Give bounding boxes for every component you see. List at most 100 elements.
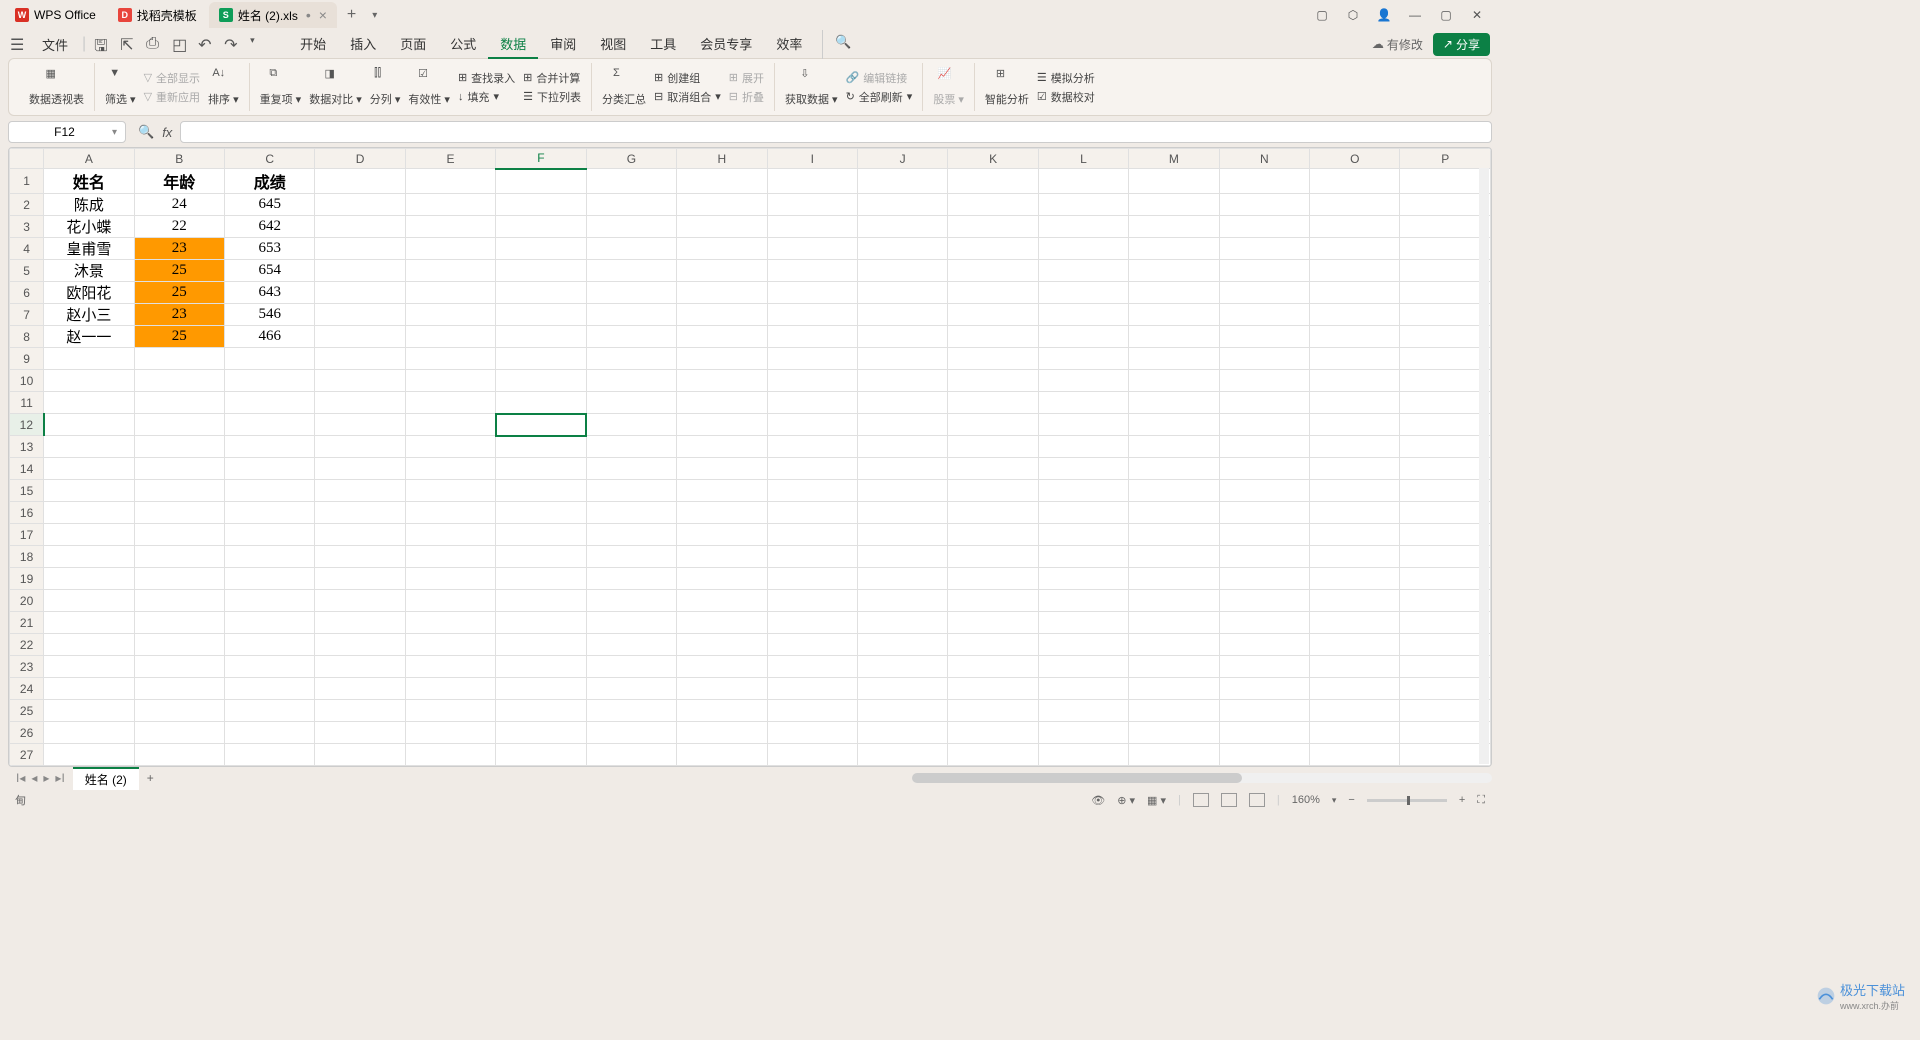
cell[interactable] [225,502,315,524]
cell[interactable] [857,480,947,502]
cell[interactable] [1400,722,1491,744]
cell[interactable] [1310,480,1400,502]
cell[interactable] [586,590,676,612]
cell[interactable]: 成绩 [225,169,315,194]
cell[interactable] [225,744,315,766]
cell[interactable] [496,678,586,700]
cell[interactable] [315,744,405,766]
row-header[interactable]: 27 [10,744,44,766]
cell[interactable] [1038,304,1128,326]
cell[interactable] [586,169,676,194]
cell[interactable]: 22 [134,216,224,238]
cell[interactable]: 466 [225,326,315,348]
cell[interactable] [1400,656,1491,678]
cell[interactable] [1400,744,1491,766]
cell[interactable] [677,260,767,282]
cell[interactable] [405,326,495,348]
sheet-nav-prev[interactable]: ◂ [31,771,37,785]
cell[interactable] [1038,590,1128,612]
cell[interactable] [1129,634,1219,656]
cell[interactable] [767,326,857,348]
cell[interactable] [496,216,586,238]
cell[interactable] [857,238,947,260]
cell[interactable] [1219,326,1309,348]
cell[interactable] [1038,458,1128,480]
print-icon[interactable]: ⎙ [146,35,164,53]
view-normal[interactable] [1193,793,1209,807]
cell[interactable] [1400,700,1491,722]
cell[interactable] [1400,678,1491,700]
cell[interactable] [1038,502,1128,524]
cell[interactable] [767,436,857,458]
row-header[interactable]: 21 [10,612,44,634]
cell[interactable] [857,392,947,414]
avatar-icon[interactable]: 👤 [1376,7,1392,23]
row-header[interactable]: 8 [10,326,44,348]
cell[interactable] [405,480,495,502]
menu-tab-insert[interactable]: 插入 [338,30,388,59]
cell[interactable] [948,700,1038,722]
cell[interactable] [496,502,586,524]
cell[interactable] [1038,194,1128,216]
cell[interactable] [1310,326,1400,348]
cell[interactable] [1038,238,1128,260]
cell[interactable] [134,502,224,524]
cell[interactable] [677,502,767,524]
cell[interactable] [948,326,1038,348]
cell[interactable] [677,282,767,304]
cell[interactable] [1400,502,1491,524]
cell[interactable] [586,216,676,238]
cell[interactable] [1219,546,1309,568]
sort-button[interactable]: A↓ 排序 ▾ [208,67,239,107]
menu-tab-data[interactable]: 数据 [488,30,538,59]
zoom-level[interactable]: 160% [1292,794,1320,806]
cell[interactable]: 654 [225,260,315,282]
cell[interactable] [1310,216,1400,238]
chevron-down-icon[interactable]: ▾ [112,127,117,138]
zoom-out[interactable]: − [1348,794,1354,806]
cell[interactable] [586,656,676,678]
cell[interactable] [1310,282,1400,304]
menu-icon[interactable]: ☰ [10,35,28,53]
cell[interactable] [496,194,586,216]
cell[interactable] [857,260,947,282]
row-header[interactable]: 6 [10,282,44,304]
cell[interactable] [677,370,767,392]
column-header[interactable]: K [948,149,1038,169]
cell[interactable]: 赵一一 [44,326,134,348]
cell[interactable] [1219,414,1309,436]
cell[interactable] [1400,458,1491,480]
cell[interactable] [677,678,767,700]
cell[interactable] [1219,524,1309,546]
smart-analysis-button[interactable]: ⊞智能分析 [985,67,1029,107]
cell[interactable] [677,634,767,656]
cell[interactable] [225,634,315,656]
menu-tab-review[interactable]: 审阅 [538,30,588,59]
fx-icon[interactable]: fx [162,125,172,140]
cell[interactable]: 23 [134,304,224,326]
cell[interactable] [948,502,1038,524]
cell[interactable] [767,722,857,744]
cell[interactable] [1038,480,1128,502]
cell[interactable] [767,216,857,238]
cell[interactable] [44,370,134,392]
cell[interactable] [496,612,586,634]
cell[interactable] [767,282,857,304]
cell[interactable] [315,326,405,348]
cell[interactable] [1219,282,1309,304]
cell[interactable] [315,634,405,656]
cell[interactable] [767,546,857,568]
cell[interactable] [44,546,134,568]
cell[interactable] [405,169,495,194]
cell[interactable] [1038,612,1128,634]
cell[interactable]: 645 [225,194,315,216]
menu-tab-page[interactable]: 页面 [388,30,438,59]
row-header[interactable]: 9 [10,348,44,370]
cell[interactable] [1129,458,1219,480]
cell[interactable] [586,612,676,634]
cell[interactable] [948,194,1038,216]
cell[interactable] [1400,194,1491,216]
cell[interactable] [1129,722,1219,744]
cell[interactable] [767,194,857,216]
cell[interactable] [857,722,947,744]
